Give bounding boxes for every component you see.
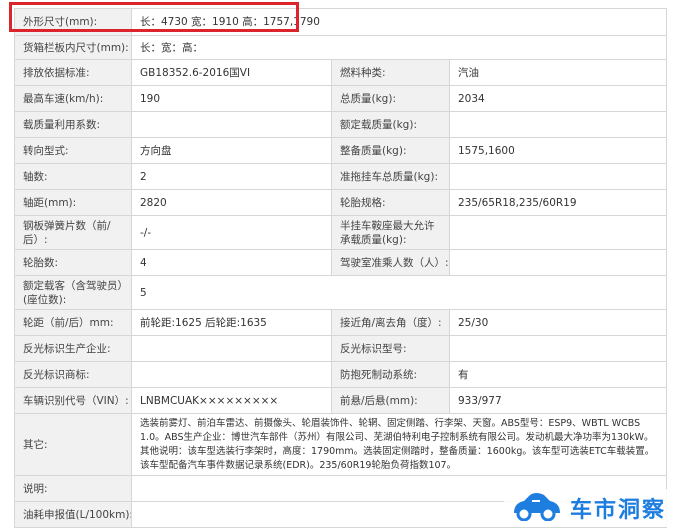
table-row: 钢板弹簧片数（前/后）: -/- 半挂车鞍座最大允许承载质量(kg): xyxy=(14,215,668,250)
row-value: 2034 xyxy=(448,85,668,112)
watermark-text: 车市洞察 xyxy=(569,498,666,523)
row-value xyxy=(448,249,668,276)
row-value: 933/977 xyxy=(448,387,668,414)
row-value xyxy=(448,335,668,362)
row-value xyxy=(448,215,668,250)
row-label: 前悬/后悬(mm): xyxy=(331,387,450,414)
table-row: 排放依据标准: GB18352.6-2016国VI 燃料种类: 汽油 xyxy=(14,59,668,86)
row-label: 整备质量(kg): xyxy=(331,137,450,164)
row-value: 25/30 xyxy=(448,309,668,336)
row-label: 货箱栏板内尺寸(mm): xyxy=(14,35,132,60)
row-value: 有 xyxy=(448,361,668,388)
watermark: 车市洞察 xyxy=(503,489,670,527)
row-label: 轮胎数: xyxy=(14,249,132,276)
row-label: 说明: xyxy=(14,475,132,502)
table-row: 轴数: 2 准拖挂车总质量(kg): xyxy=(14,163,668,190)
row-label: 额定载质量(kg): xyxy=(331,111,450,138)
table-row: 外形尺寸(mm): 长：4730 宽：1910 高：1757,1790 xyxy=(14,8,668,36)
row-label: 总质量(kg): xyxy=(331,85,450,112)
table-row: 货箱栏板内尺寸(mm): 长：宽：高： xyxy=(14,35,668,60)
row-label: 其它: xyxy=(14,413,132,476)
row-label: 轴距(mm): xyxy=(14,189,132,216)
spec-table: 外形尺寸(mm): 长：4730 宽：1910 高：1757,1790 货箱栏板… xyxy=(14,8,668,528)
table-row: 轮胎数: 4 驾驶室准乘人数（人）: xyxy=(14,249,668,276)
row-value: 1575,1600 xyxy=(448,137,668,164)
table-row: 转向型式: 方向盘 整备质量(kg): 1575,1600 xyxy=(14,137,668,164)
row-label: 反光标识型号: xyxy=(331,335,450,362)
row-label: 防抱死制动系统: xyxy=(331,361,450,388)
table-row: 反光标识生产企业: 反光标识型号: xyxy=(14,335,668,362)
row-label: 半挂车鞍座最大允许承载质量(kg): xyxy=(331,215,450,250)
row-value: 190 xyxy=(131,85,332,112)
row-label: 反光标识商标: xyxy=(14,361,132,388)
row-label: 载质量利用系数: xyxy=(14,111,132,138)
row-label: 车辆识别代号（VIN）: xyxy=(14,387,132,414)
row-value: 汽油 xyxy=(448,59,668,86)
table-row: 额定载客（含驾驶员）(座位数): 5 xyxy=(14,275,668,310)
row-value: 方向盘 xyxy=(131,137,332,164)
row-value: 长：宽：高： xyxy=(130,35,668,60)
row-value: 4 xyxy=(131,249,332,276)
row-label: 反光标识生产企业: xyxy=(14,335,132,362)
row-value: 5 xyxy=(130,275,668,310)
row-label: 钢板弹簧片数（前/后）: xyxy=(14,215,132,250)
row-label: 轮距（前/后）mm: xyxy=(14,309,132,336)
table-row: 轮距（前/后）mm: 前轮距:1625 后轮距:1635 接近角/离去角（度）:… xyxy=(14,309,668,336)
row-label: 转向型式: xyxy=(14,137,132,164)
row-value xyxy=(131,335,332,362)
row-value: GB18352.6-2016国VI xyxy=(131,59,332,86)
row-value: 长：4730 宽：1910 高：1757,1790 xyxy=(130,8,668,36)
row-value: 前轮距:1625 后轮距:1635 xyxy=(131,309,332,336)
table-row: 其它: 选装前雾灯、前泊车雷达、前摄像头、轮眉装饰件、轮辋、固定侧踏、行李架、天… xyxy=(14,413,668,476)
row-label: 接近角/离去角（度）: xyxy=(331,309,450,336)
row-label: 最高车速(km/h): xyxy=(14,85,132,112)
row-label: 额定载客（含驾驶员）(座位数): xyxy=(14,275,132,310)
row-label: 轮胎规格: xyxy=(331,189,450,216)
table-row: 最高车速(km/h): 190 总质量(kg): 2034 xyxy=(14,85,668,112)
table-row: 反光标识商标: 防抱死制动系统: 有 xyxy=(14,361,668,388)
spec-sheet: 外形尺寸(mm): 长：4730 宽：1910 高：1757,1790 货箱栏板… xyxy=(14,8,668,528)
row-label: 驾驶室准乘人数（人）: xyxy=(331,249,450,276)
row-value: 2820 xyxy=(131,189,332,216)
table-row: 车辆识别代号（VIN）: LNBMCUAK××××××××× 前悬/后悬(mm)… xyxy=(14,387,668,414)
row-label: 轴数: xyxy=(14,163,132,190)
row-label: 准拖挂车总质量(kg): xyxy=(331,163,450,190)
row-value xyxy=(448,111,668,138)
row-value: 2 xyxy=(131,163,332,190)
row-value-notes: 选装前雾灯、前泊车雷达、前摄像头、轮眉装饰件、轮辋、固定侧踏、行李架、天窗。AB… xyxy=(130,413,668,476)
row-label: 燃料种类: xyxy=(331,59,450,86)
row-value: 235/65R18,235/60R19 xyxy=(448,189,668,216)
row-label: 排放依据标准: xyxy=(14,59,132,86)
table-row: 载质量利用系数: 额定载质量(kg): xyxy=(14,111,668,138)
row-value xyxy=(448,163,668,190)
row-label: 油耗申报值(L/100km): xyxy=(14,501,132,528)
car-logo-icon xyxy=(508,491,564,525)
row-value xyxy=(131,361,332,388)
row-label: 外形尺寸(mm): xyxy=(14,8,132,36)
row-value xyxy=(131,111,332,138)
table-row: 轴距(mm): 2820 轮胎规格: 235/65R18,235/60R19 xyxy=(14,189,668,216)
row-value: LNBMCUAK××××××××× xyxy=(131,387,332,414)
row-value: -/- xyxy=(131,215,332,250)
